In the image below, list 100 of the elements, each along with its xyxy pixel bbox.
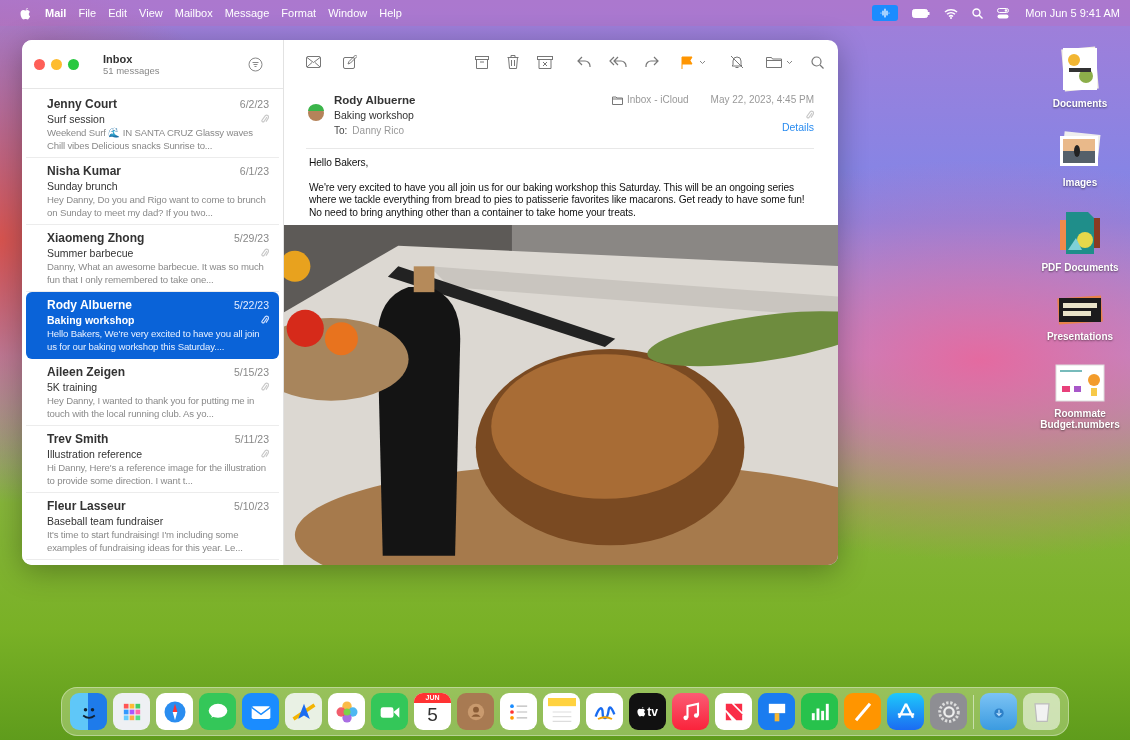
message-date: 5/15/23: [233, 366, 269, 378]
muted-bell-icon[interactable]: [730, 55, 744, 69]
menu-item[interactable]: Edit: [108, 7, 128, 19]
message-subject: Sunday brunch: [47, 179, 118, 193]
tv-label: tv: [647, 704, 658, 719]
video-camera-icon[interactable]: [371, 693, 408, 730]
message-subject: Baking workshop: [47, 313, 135, 327]
trash-icon[interactable]: [507, 55, 519, 69]
app-grid-icon[interactable]: [113, 693, 150, 730]
message-date: 5/29/23: [233, 232, 269, 244]
message-preview: Hi Danny, Here's a reference image for the illustration to provide some direction. I want t...: [47, 461, 267, 487]
message-row[interactable]: Fleur Lasseur 5/10/23 Baseball team fundraiser It's time to start fundraising! I'm including some examples of fundraising ideas for this year. Le...: [26, 493, 279, 560]
menu-item[interactable]: Window: [328, 7, 368, 19]
zoom-button[interactable]: [68, 58, 79, 70]
message-preview: Hello Bakers, We're very excited to have you all join us for our baking workshop this Saturday....: [47, 327, 261, 353]
email-body-text: We're very excited to have you all join us for our baking workshop this Saturday. This will be an ongoing series where we tackle everything from bread to pies to patisserie favorites like macarons. Get ready to have some fun! No need to bring anything other than a container to take home your treats.: [309, 181, 806, 219]
details-link[interactable]: Details: [781, 121, 814, 133]
bar-chart-icon[interactable]: [801, 693, 838, 730]
message-row[interactable]: Trev Smith 5/11/23 Illustration reference Hi Danny, Here's a reference image for the illustration to provide some direction. I want t...: [26, 426, 279, 493]
reply-icon[interactable]: [577, 56, 591, 68]
message-row[interactable]: Aileen Zeigen 5/15/23 5K training Hey Danny, I wanted to thank you for putting me in touch with the local running club. As yo...: [26, 359, 279, 426]
chevron-down-icon[interactable]: [699, 59, 706, 65]
message-row[interactable]: Nisha Kumar 6/1/23 Sunday brunch Hey Danny, Do you and Rigo want to come to brunch on Sunday to meet my dad? If you two...: [26, 158, 279, 225]
battery-icon[interactable]: [912, 8, 931, 18]
compose-icon[interactable]: [343, 55, 357, 69]
message-subject: 5K training: [47, 380, 98, 394]
control-center-icon[interactable]: [997, 7, 1010, 19]
apple-icon: [637, 706, 647, 717]
chevron-down-icon[interactable]: [786, 59, 793, 65]
file-name[interactable]: Presentations: [1046, 331, 1114, 342]
slide-thumbnail-icon[interactable]: [1057, 295, 1103, 325]
scribble-icon[interactable]: [586, 693, 623, 730]
checklist-icon[interactable]: [500, 693, 537, 730]
message-date: 6/2/23: [239, 98, 269, 110]
recipient-name: Danny Rico: [352, 124, 405, 138]
message-preview: Danny, What an awesome barbecue. It was so much fun that I only remembered to take one...: [47, 260, 265, 286]
sender-name: Rody Albuerne: [334, 93, 416, 108]
message-preview: Weekend Surf 🌊 IN SANTA CRUZ Glassy waves Chill vibes Delicious snacks Sunrise to...: [47, 126, 254, 152]
sender-name: Fleur Lasseur: [47, 498, 126, 514]
archive-icon[interactable]: [475, 55, 489, 69]
sender-name: Aileen Zeigen: [47, 364, 126, 380]
sender-name: Rody Albuerne: [47, 297, 132, 313]
podium-icon[interactable]: [758, 693, 795, 730]
message-date: 5/22/23: [233, 299, 269, 311]
message-row[interactable]: Rody Albuerne 5/22/23 Baking workshop Hello Bakers, We're very excited to have you all join us for our baking workshop this Saturday....: [26, 292, 279, 359]
message-preview: It's time to start fundraising! I'm including some examples of fundraising ideas for this year. Le...: [47, 528, 244, 554]
forward-icon[interactable]: [645, 56, 659, 68]
message-subject: Summer barbecue: [47, 246, 134, 260]
envelope-icon[interactable]: [306, 56, 321, 68]
contact-card-icon[interactable]: [457, 693, 494, 730]
trash-icon[interactable]: [1023, 693, 1060, 730]
mailbox-name: Inbox - iCloud: [626, 93, 689, 107]
speech-bubble-icon[interactable]: [199, 693, 236, 730]
calendar-day: 5: [427, 703, 438, 727]
document-stack-icon[interactable]: [1058, 210, 1102, 256]
tv-icon[interactable]: tv: [629, 693, 666, 730]
news-icon[interactable]: [715, 693, 752, 730]
app-store-icon[interactable]: [887, 693, 924, 730]
music-note-icon[interactable]: [672, 693, 709, 730]
audio-level-icon[interactable]: [872, 5, 899, 21]
file-name[interactable]: Images: [1062, 177, 1098, 188]
menu-item[interactable]: Help: [379, 7, 402, 19]
filter-icon[interactable]: [248, 56, 263, 72]
close-button[interactable]: [34, 58, 45, 70]
reply-all-icon[interactable]: [609, 56, 627, 68]
pencil-icon[interactable]: [844, 693, 881, 730]
email-greeting: Hello Bakers,: [309, 157, 370, 170]
app-menu[interactable]: Mail: [45, 7, 67, 19]
gear-icon[interactable]: [930, 693, 967, 730]
folder-icon[interactable]: [766, 56, 782, 68]
map-icon[interactable]: [285, 693, 322, 730]
smiley-face-icon[interactable]: [70, 693, 107, 730]
message-row[interactable]: Jenny Court 6/2/23 Surf session Weekend Surf 🌊 IN SANTA CRUZ Glassy waves Chill vibes Delicious snacks Sunrise to...: [26, 91, 279, 158]
download-folder-icon[interactable]: [980, 693, 1017, 730]
search-icon[interactable]: [811, 55, 824, 69]
menu-bar-clock[interactable]: Mon Jun 5 9:41 AM: [1025, 7, 1120, 19]
mailbox-title: Inbox: [103, 52, 134, 65]
apple-icon[interactable]: [20, 6, 31, 20]
menu-item[interactable]: Message: [224, 7, 270, 19]
junk-icon[interactable]: [537, 55, 553, 69]
menu-item[interactable]: View: [139, 7, 163, 19]
menu-item[interactable]: File: [78, 7, 97, 19]
spreadsheet-thumbnail-icon[interactable]: [1055, 364, 1105, 402]
menu-item[interactable]: Mailbox: [174, 7, 213, 19]
message-date: 5/10/23: [233, 500, 269, 512]
notepad-icon[interactable]: [543, 693, 580, 730]
menu-item[interactable]: Format: [281, 7, 317, 19]
sender-name: Jenny Court: [47, 96, 117, 112]
flower-icon[interactable]: [328, 693, 365, 730]
file-name[interactable]: PDF Documents: [1041, 262, 1119, 273]
compass-icon[interactable]: [156, 693, 193, 730]
search-icon[interactable]: [972, 7, 984, 19]
flag-icon[interactable]: [681, 55, 693, 69]
folder-icon: [611, 95, 623, 105]
file-name[interactable]: Documents: [1052, 98, 1108, 109]
wifi-icon[interactable]: [944, 7, 959, 19]
envelope-icon[interactable]: [242, 693, 279, 730]
file-name[interactable]: Roommate Budget.numbers: [1030, 408, 1130, 430]
message-subject: Surf session: [47, 112, 105, 126]
message-preview: Hey Danny, Do you and Rigo want to come to brunch on Sunday to meet my dad? If you two...: [47, 193, 267, 219]
